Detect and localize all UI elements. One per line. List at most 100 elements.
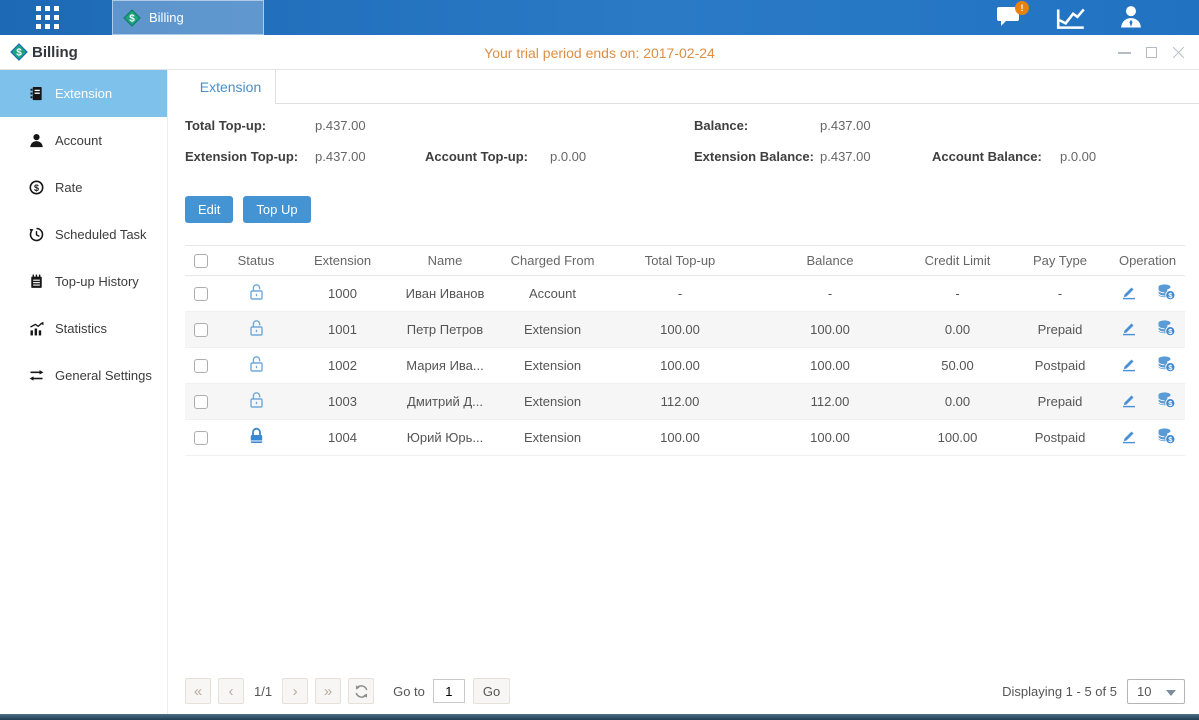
svg-text:$: $ [129, 13, 135, 24]
app-grid-icon[interactable] [36, 6, 59, 29]
account-balance-label: Account Balance: [932, 149, 1042, 164]
displaying-text: Displaying 1 - 5 of 5 [1002, 684, 1117, 699]
resource-monitor-icon[interactable] [1055, 5, 1087, 36]
topup-button[interactable]: Top Up [243, 196, 310, 223]
statistics-chart-icon [29, 321, 44, 336]
status-unlocked-icon [248, 319, 265, 337]
topup-icon[interactable]: $ [1156, 391, 1176, 409]
sidebar-item-account[interactable]: Account [0, 117, 167, 164]
row-checkbox[interactable] [194, 359, 208, 373]
topup-icon[interactable]: $ [1156, 319, 1176, 337]
balance-label: Balance: [694, 118, 748, 133]
topup-icon[interactable]: $ [1156, 355, 1176, 373]
balance-cell: - [755, 276, 905, 312]
pay-type-cell: - [1010, 276, 1110, 312]
table-row: 1001Петр ПетровExtension100.00100.000.00… [185, 312, 1185, 348]
extension-topup-label: Extension Top-up: [185, 149, 298, 164]
status-unlocked-icon [248, 355, 265, 373]
sidebar-item-topup-history[interactable]: Top-up History [0, 258, 167, 305]
account-topup-value: p.0.00 [550, 149, 586, 164]
scheduled-task-clock-icon [29, 227, 44, 242]
column-header: Pay Type [1010, 246, 1110, 276]
credit-limit-cell: 0.00 [905, 312, 1010, 348]
edit-icon[interactable] [1120, 283, 1138, 301]
svg-text:$: $ [34, 183, 39, 193]
credit-limit-cell: 0.00 [905, 384, 1010, 420]
extension-topup-value: p.437.00 [315, 149, 366, 164]
row-checkbox[interactable] [194, 395, 208, 409]
sidebar-item-label: Extension [55, 86, 112, 101]
status-locked-icon [248, 427, 265, 445]
next-page-button[interactable]: › [282, 678, 308, 704]
name-cell: Иван Иванов [390, 276, 500, 312]
pay-type-cell: Prepaid [1010, 384, 1110, 420]
pay-type-cell: Postpaid [1010, 420, 1110, 456]
name-cell: Юрий Юрь... [390, 420, 500, 456]
general-settings-arrows-icon [29, 368, 44, 383]
maximize-button[interactable] [1145, 46, 1158, 59]
last-page-button[interactable]: » [315, 678, 341, 704]
sidebar-item-rate[interactable]: $ Rate [0, 164, 167, 211]
topup-icon[interactable]: $ [1156, 283, 1176, 301]
refresh-icon [354, 684, 369, 699]
go-button[interactable]: Go [473, 678, 510, 704]
edit-button[interactable]: Edit [185, 196, 233, 223]
sidebar-item-label: Account [55, 133, 102, 148]
extension-balance-label: Extension Balance: [694, 149, 814, 164]
row-checkbox[interactable] [194, 431, 208, 445]
tab-extension[interactable]: Extension [186, 70, 276, 104]
page-size-value: 10 [1137, 684, 1151, 699]
first-page-button[interactable]: « [185, 678, 211, 704]
charged-from-cell: Extension [500, 384, 605, 420]
name-cell: Дмитрий Д... [390, 384, 500, 420]
page-size-select[interactable]: 10 [1127, 679, 1185, 704]
notification-badge: ! [1015, 1, 1029, 15]
balance-cell: 112.00 [755, 384, 905, 420]
topup-icon[interactable]: $ [1156, 427, 1176, 445]
total-topup-cell: - [605, 276, 755, 312]
billing-summary: Total Top-up: p.437.00 Balance: p.437.00… [185, 116, 1185, 180]
charged-from-cell: Extension [500, 312, 605, 348]
extension-cell: 1002 [295, 348, 390, 384]
extension-cell: 1000 [295, 276, 390, 312]
balance-value: p.437.00 [820, 118, 871, 133]
table-row: 1003Дмитрий Д...Extension112.00112.000.0… [185, 384, 1185, 420]
extension-book-icon [29, 86, 44, 101]
sidebar-item-label: General Settings [55, 368, 152, 383]
user-account-icon[interactable] [1116, 3, 1146, 36]
extension-cell: 1003 [295, 384, 390, 420]
goto-page-input[interactable] [433, 679, 465, 703]
refresh-button[interactable] [348, 678, 374, 704]
page-indicator: 1/1 [254, 684, 272, 699]
sidebar-item-scheduled-task[interactable]: Scheduled Task [0, 211, 167, 258]
window-bottom-border [0, 714, 1199, 720]
charged-from-cell: Extension [500, 420, 605, 456]
charged-from-cell: Account [500, 276, 605, 312]
select-all-checkbox[interactable] [194, 254, 208, 268]
balance-cell: 100.00 [755, 420, 905, 456]
dropdown-arrow-icon [1166, 690, 1176, 696]
edit-icon[interactable] [1120, 427, 1138, 445]
minimize-button[interactable] [1118, 46, 1131, 59]
total-topup-cell: 100.00 [605, 348, 755, 384]
extension-balance-value: p.437.00 [820, 149, 871, 164]
column-header: Name [390, 246, 500, 276]
sidebar-item-general-settings[interactable]: General Settings [0, 352, 167, 399]
column-header: Operation [1110, 246, 1185, 276]
total-topup-cell: 100.00 [605, 312, 755, 348]
messages-icon[interactable]: ! [995, 4, 1023, 33]
charged-from-cell: Extension [500, 348, 605, 384]
prev-page-button[interactable]: ‹ [218, 678, 244, 704]
sidebar-item-label: Statistics [55, 321, 107, 336]
sidebar-item-extension[interactable]: Extension [0, 70, 167, 117]
edit-icon[interactable] [1120, 391, 1138, 409]
taskbar-billing-tab[interactable]: $ Billing [112, 0, 264, 35]
credit-limit-cell: - [905, 276, 1010, 312]
close-button[interactable] [1172, 46, 1185, 59]
account-person-icon [29, 133, 44, 148]
edit-icon[interactable] [1120, 319, 1138, 337]
row-checkbox[interactable] [194, 287, 208, 301]
sidebar-item-statistics[interactable]: Statistics [0, 305, 167, 352]
row-checkbox[interactable] [194, 323, 208, 337]
edit-icon[interactable] [1120, 355, 1138, 373]
